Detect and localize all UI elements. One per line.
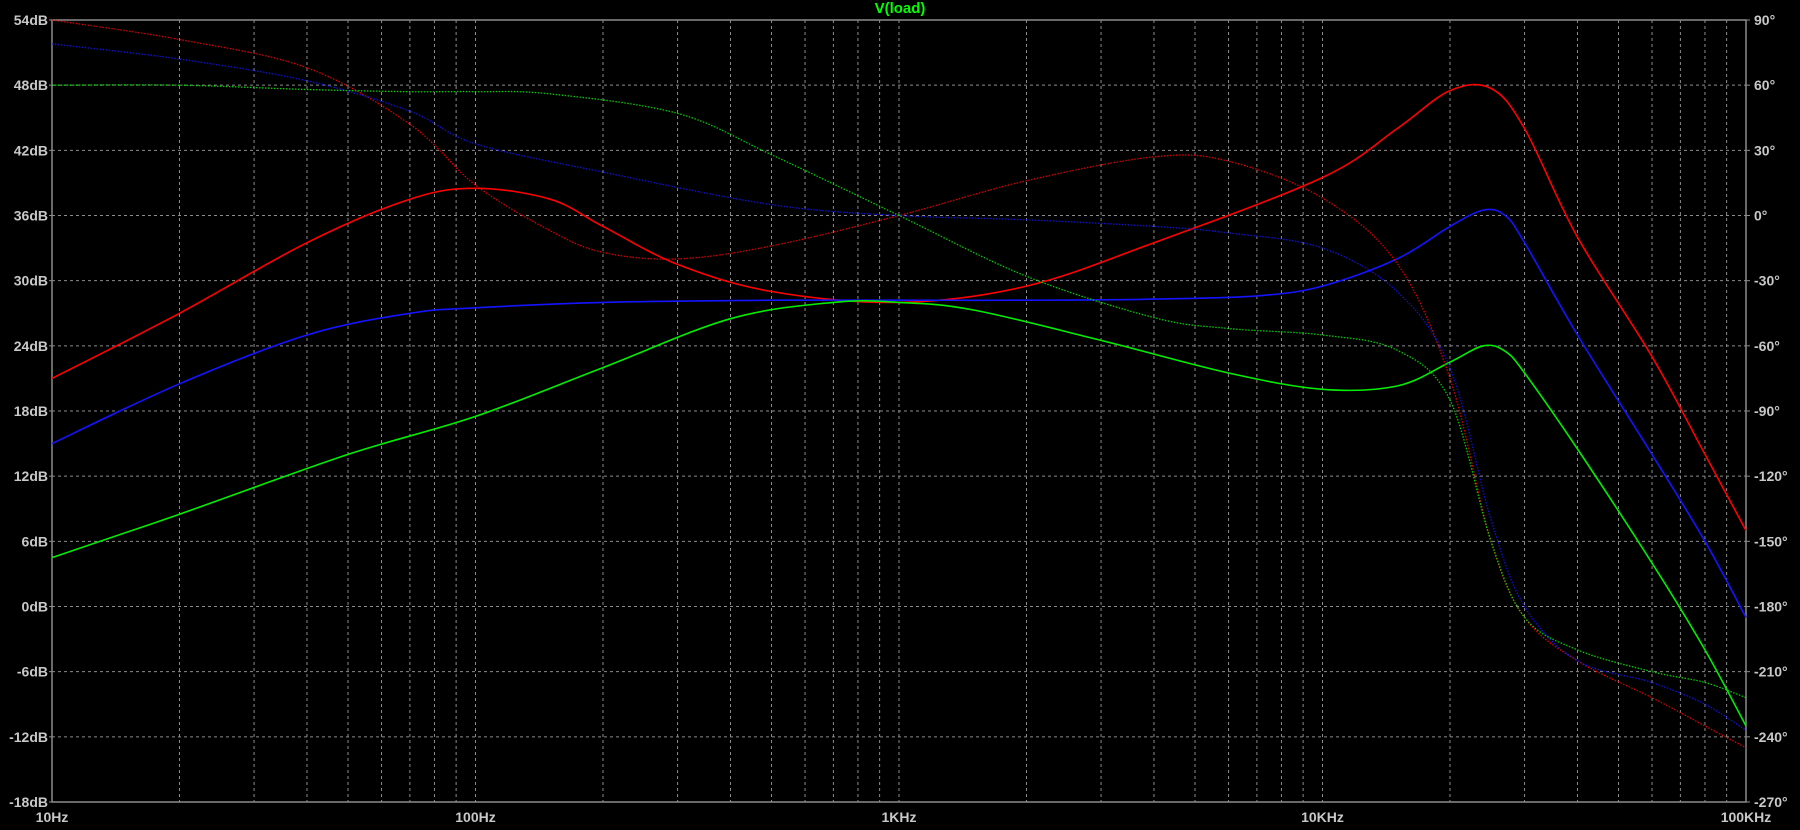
y-left-tick-label: -12dB (9, 729, 48, 745)
x-tick-label: 100KHz (1721, 809, 1772, 825)
y-left-tick-label: 0dB (22, 599, 48, 615)
y-right-tick-label: 60° (1754, 77, 1775, 93)
x-tick-label: 10Hz (36, 809, 69, 825)
y-left-tick-label: 24dB (14, 338, 48, 354)
y-left-tick-label: -6dB (17, 664, 48, 680)
y-left-tick-label: 42dB (14, 142, 48, 158)
y-right-tick-label: -30° (1754, 273, 1780, 289)
y-right-tick-label: -270° (1754, 794, 1788, 810)
y-left-tick-label: 6dB (22, 533, 48, 549)
y-right-tick-label: -180° (1754, 599, 1788, 615)
bode-plot[interactable]: 54dB 48dB 42dB 36dB 30dB 24dB 18dB 12dB 6dB 0dB -6… (0, 0, 1800, 830)
y-right-tick-label: 30° (1754, 142, 1775, 158)
y-left-tick-label: 48dB (14, 77, 48, 93)
y-right-tick-label: -60° (1754, 338, 1780, 354)
y-left-tick-label: 30dB (14, 273, 48, 289)
y-right-tick-label: 0° (1754, 208, 1767, 224)
y-left-tick-label: 36dB (14, 208, 48, 224)
x-tick-label: 10KHz (1301, 809, 1344, 825)
y-right-tick-label: -210° (1754, 664, 1788, 680)
y-right-tick-label: 90° (1754, 12, 1775, 28)
y-right-tick-label: -150° (1754, 533, 1788, 549)
y-left-tick-label: -18dB (9, 794, 48, 810)
y-left-tick-label: 18dB (14, 403, 48, 419)
y-right-tick-label: -120° (1754, 468, 1788, 484)
y-right-tick-label: -240° (1754, 729, 1788, 745)
y-left-tick-label: 54dB (14, 12, 48, 28)
x-tick-label: 100Hz (455, 809, 495, 825)
x-tick-label: 1KHz (881, 809, 916, 825)
y-right-tick-label: -90° (1754, 403, 1780, 419)
y-left-tick-label: 12dB (14, 468, 48, 484)
